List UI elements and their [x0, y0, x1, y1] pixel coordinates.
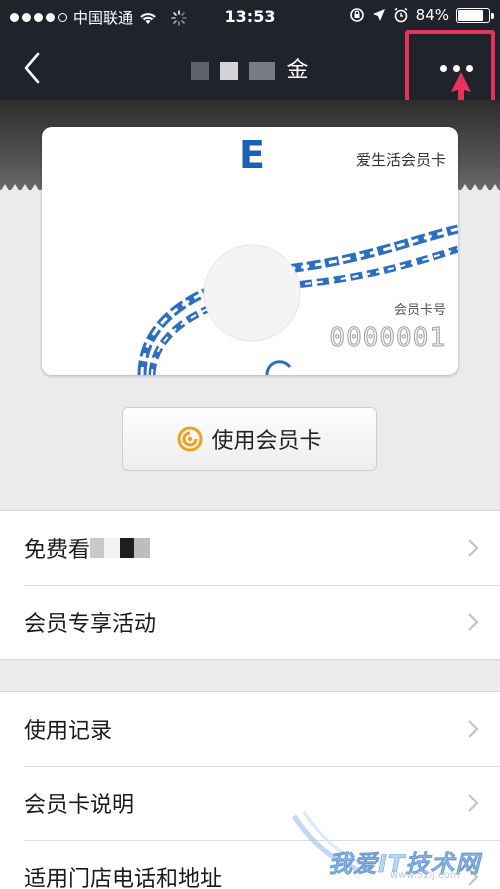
chevron-right-icon — [468, 539, 479, 557]
list-item-label: 会员卡说明 — [24, 793, 135, 818]
location-arrow-icon — [372, 9, 385, 21]
redacted-block — [120, 538, 135, 558]
list-item-member-activities[interactable]: 会员专享活动 — [0, 585, 500, 659]
battery-percent: 84% — [415, 6, 449, 24]
use-card-label: 使用会员卡 — [211, 429, 322, 454]
redacted-block — [220, 62, 239, 80]
redacted-block — [191, 62, 210, 80]
redacted-block — [249, 62, 276, 80]
member-card[interactable]: E 爱生活会员卡 会员卡号 0000001 — [42, 127, 458, 375]
redacted-block — [104, 538, 121, 558]
list-item-free-view[interactable]: 免费看 — [0, 511, 500, 585]
card-name: 爱生活会员卡 — [355, 151, 446, 169]
card-number-label: 会员卡号 — [393, 303, 446, 318]
list-item-label: 免费看 — [24, 538, 91, 563]
list-item-usage-history[interactable]: 使用记录 — [0, 692, 500, 766]
list-item-label: 使用记录 — [24, 719, 113, 744]
card-number: 0000001 — [329, 323, 446, 354]
chevron-right-icon — [468, 613, 479, 631]
watermark: 我爱IT技术网 www.52ij.com — [290, 810, 500, 888]
list-group-primary: 免费看 会员专享活动 — [0, 510, 500, 660]
status-right: 84% — [349, 6, 494, 24]
use-card-button[interactable]: 使用会员卡 — [122, 407, 377, 471]
redacted-block — [134, 538, 151, 558]
redacted-block — [90, 538, 105, 558]
battery-icon — [456, 7, 494, 23]
card-logo: E — [239, 133, 265, 177]
list-item-label: 会员专享活动 — [24, 612, 157, 637]
chevron-right-icon — [468, 720, 479, 738]
page-title-text: 金 — [286, 58, 309, 83]
status-bar: 中国联通 13:53 84% — [0, 0, 500, 34]
card-scan-icon — [177, 426, 203, 452]
alarm-icon — [394, 7, 408, 23]
rotation-lock-icon — [349, 8, 364, 22]
list-item-label: 适用门店电话和地址 — [24, 867, 223, 889]
watermark-url: www.52ij.com — [390, 870, 460, 881]
